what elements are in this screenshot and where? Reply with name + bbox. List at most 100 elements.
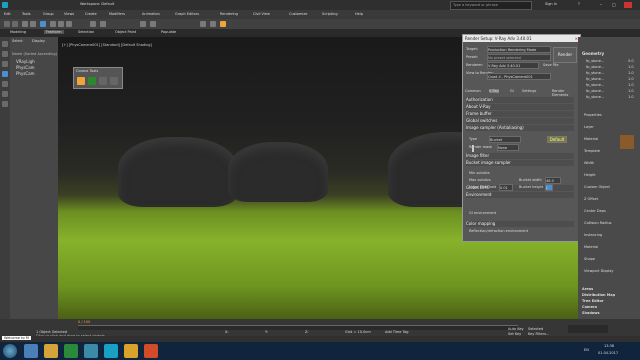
helpers-filter-icon[interactable]: [2, 91, 8, 97]
rollout-header[interactable]: About V-Ray: [466, 104, 574, 110]
menu-item[interactable]: Scripting: [322, 12, 338, 16]
explorer-select-tab[interactable]: Select: [12, 39, 23, 43]
corona-scene-icon[interactable]: [88, 77, 96, 85]
3dsmax-icon[interactable]: [84, 344, 98, 358]
material-editor-icon[interactable]: [200, 21, 206, 27]
geometry-section[interactable]: Geometry: [582, 51, 604, 56]
render-setup-tab[interactable]: GI: [510, 89, 514, 93]
shapes-filter-icon[interactable]: [2, 61, 8, 67]
view-select[interactable]: Quad 4 - PhysCamera001: [487, 73, 551, 80]
command-rollout[interactable]: Areas: [582, 287, 593, 291]
render-setup-tab[interactable]: Render Elements: [552, 89, 577, 97]
geometry-item[interactable]: fp_stone...: [586, 89, 604, 93]
timeline-track[interactable]: [78, 325, 518, 330]
menu-item[interactable]: Animation: [142, 12, 160, 16]
render-setup-tab[interactable]: Settings: [522, 89, 536, 93]
menu-item[interactable]: Modifiers: [109, 12, 125, 16]
rollout-header[interactable]: Color mapping: [466, 221, 574, 227]
corona-render-icon[interactable]: [77, 77, 85, 85]
preset-select[interactable]: No preset selected: [487, 54, 551, 61]
sign-in-link[interactable]: Sign In: [545, 2, 557, 6]
frame-counter[interactable]: 0 / 100: [78, 320, 90, 324]
property-label[interactable]: Shape: [584, 257, 595, 261]
save-file-checkbox[interactable]: Save File: [543, 63, 559, 67]
geometry-item[interactable]: fp_stone...: [586, 83, 604, 87]
app-icon[interactable]: [144, 344, 158, 358]
menu-item[interactable]: Civil View: [253, 12, 270, 16]
ribbon-tab[interactable]: Object Paint: [115, 30, 136, 34]
align-icon[interactable]: [150, 21, 156, 27]
explorer-display-tab[interactable]: Display: [32, 39, 45, 43]
menu-item[interactable]: Rendering: [220, 12, 238, 16]
bucket-width-field[interactable]: 48.0: [545, 177, 561, 184]
property-label[interactable]: Material: [584, 245, 598, 249]
command-rollout[interactable]: Shadows: [582, 311, 600, 315]
ribbon-tab[interactable]: Populate: [161, 30, 176, 34]
snap-icon[interactable]: [90, 21, 96, 27]
menu-item[interactable]: Create: [85, 12, 97, 16]
geometry-filter-icon[interactable]: [2, 51, 8, 57]
property-label[interactable]: Width: [584, 161, 594, 165]
corona-tool-icon[interactable]: [99, 77, 107, 85]
render-mask-select[interactable]: None: [497, 144, 519, 151]
menu-item[interactable]: Help: [355, 12, 363, 16]
explorer-column-header[interactable]: Name (Sorted Ascending): [12, 52, 57, 56]
noise-field[interactable]: 0.01: [499, 184, 513, 191]
explorer-item[interactable]: VRayLigh: [16, 59, 35, 64]
auto-key-button[interactable]: Auto Key: [508, 327, 524, 331]
warps-filter-icon[interactable]: [2, 101, 8, 107]
menu-item[interactable]: Graph Editors: [175, 12, 199, 16]
corona-settings-icon[interactable]: [110, 77, 118, 85]
undo-icon[interactable]: [4, 21, 10, 27]
ribbon-tab[interactable]: Modeling: [10, 30, 26, 34]
clock-date[interactable]: 01.04.2017: [598, 351, 618, 355]
geometry-item[interactable]: fp_stone...: [586, 95, 604, 99]
lights-filter-icon[interactable]: [2, 71, 8, 77]
rollout-header[interactable]: Image sampler (Antialiasing): [466, 125, 574, 131]
property-label[interactable]: Layer: [584, 125, 594, 129]
property-label[interactable]: Height: [584, 173, 596, 177]
menu-item[interactable]: Group: [43, 12, 54, 16]
command-rollout[interactable]: Camera: [582, 305, 597, 309]
property-label[interactable]: Instancing: [584, 233, 602, 237]
ie-icon[interactable]: [24, 344, 38, 358]
render-button[interactable]: Render: [553, 47, 577, 63]
redo-icon[interactable]: [12, 21, 18, 27]
clock-time[interactable]: 13:38: [604, 344, 614, 348]
photoshop-icon[interactable]: [124, 344, 138, 358]
selected-mode-select[interactable]: Selected: [528, 327, 543, 331]
app-logo-icon[interactable]: [2, 2, 8, 8]
maxscript-listener[interactable]: Welcome to M: [2, 336, 31, 340]
property-label[interactable]: Custom Object: [584, 185, 610, 189]
geometry-item[interactable]: fp_stone...: [586, 77, 604, 81]
geometry-item[interactable]: fp_stone...: [586, 65, 604, 69]
geometry-item[interactable]: fp_stone...: [586, 59, 604, 63]
explorer-item[interactable]: PhysCam: [16, 71, 35, 76]
explorer-icon[interactable]: [44, 344, 58, 358]
minimize-icon[interactable]: –: [600, 2, 606, 8]
rollout-header[interactable]: Image filter: [466, 153, 574, 159]
menu-item[interactable]: Edit: [4, 12, 11, 16]
geometry-item[interactable]: fp_stone...: [586, 71, 604, 75]
select-object-icon[interactable]: [40, 21, 46, 27]
rollout-header[interactable]: Frame buffer: [466, 111, 574, 117]
viewport-label[interactable]: [+] [PhysCamera001] [Standard] [Default …: [62, 43, 152, 47]
language-indicator[interactable]: EN: [584, 348, 589, 352]
menu-item[interactable]: Views: [64, 12, 74, 16]
render-icon[interactable]: [220, 21, 226, 27]
explorer-item[interactable]: PhysCam: [16, 65, 35, 70]
target-select[interactable]: Production Rendering Mode: [487, 46, 551, 53]
menu-item[interactable]: Tools: [22, 12, 31, 16]
gi-environment-checkbox[interactable]: GI environment: [469, 211, 496, 215]
render-setup-tab[interactable]: Common: [465, 89, 481, 93]
default-button[interactable]: Default: [547, 136, 567, 143]
property-label[interactable]: Z Offset: [584, 197, 598, 201]
mirror-icon[interactable]: [140, 21, 146, 27]
move-icon[interactable]: [50, 21, 56, 27]
rollout-header[interactable]: Bucket image sampler: [466, 160, 574, 166]
unlink-icon[interactable]: [30, 21, 36, 27]
property-label[interactable]: Viewport Display: [584, 269, 614, 273]
close-icon[interactable]: [624, 2, 632, 8]
rollout-header[interactable]: Global switches: [466, 118, 574, 124]
ribbon-tab[interactable]: Freeform: [44, 30, 64, 34]
